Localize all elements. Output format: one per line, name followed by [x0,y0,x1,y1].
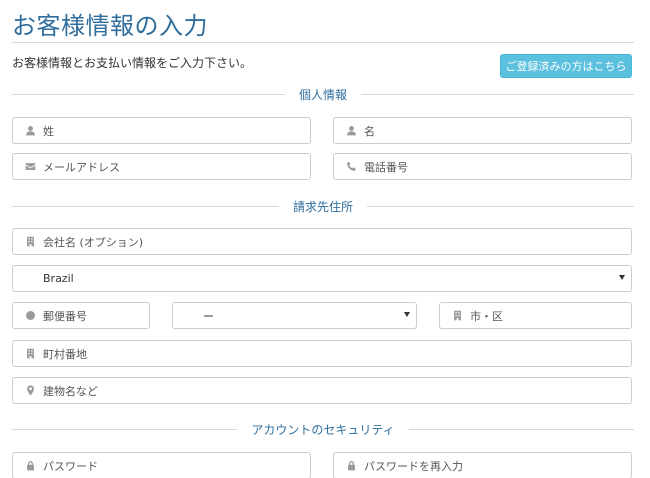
chevron-down-icon [619,275,625,280]
user-icon [344,124,358,138]
circle-icon [23,309,37,323]
first-name-field[interactable]: 名 [333,117,632,144]
password-confirm-placeholder: パスワードを再入力 [364,459,463,473]
building-name-field[interactable]: 建物名など [12,377,632,404]
last-name-placeholder: 姓 [43,124,54,138]
section-divider [408,428,634,430]
section-personal-label: 個人情報 [299,87,348,102]
phone-placeholder: 電話番号 [364,160,408,174]
section-billing-label: 請求先住所 [293,199,354,214]
registered-login-button[interactable]: ご登録済みの方はこちら [500,54,632,78]
country-select[interactable]: Brazil [12,265,632,292]
password-confirm-field[interactable]: パスワードを再入力 [333,452,632,478]
map-marker-icon [23,384,37,398]
building-name-placeholder: 建物名など [43,384,98,398]
city-field[interactable]: 市・区 [439,302,632,329]
building-icon [23,347,37,361]
street-field[interactable]: 町村番地 [12,340,632,367]
email-field[interactable]: メールアドレス [12,153,311,180]
chevron-down-icon [404,312,410,317]
password-field[interactable]: パスワード [12,452,311,478]
first-name-placeholder: 名 [364,124,375,138]
section-divider [367,205,635,207]
section-security-label: アカウントのセキュリティ [251,422,395,437]
password-placeholder: パスワード [43,459,98,473]
prefecture-select[interactable]: ー [172,302,417,329]
envelope-icon [23,160,37,174]
section-divider [12,93,285,95]
street-placeholder: 町村番地 [43,347,87,361]
building-icon [450,309,464,323]
postal-code-field[interactable]: 郵便番号 [12,302,150,329]
postal-code-placeholder: 郵便番号 [43,309,87,323]
company-placeholder: 会社名 (オプション) [43,235,144,249]
section-personal: 個人情報 [12,85,635,103]
building-icon [23,235,37,249]
city-placeholder: 市・区 [470,309,503,323]
lock-icon [23,459,37,473]
lock-icon [344,459,358,473]
intro-text: お客様情報とお支払い情報をご入力下さい。 [12,56,253,70]
page-title: お客様情報の入力 [12,12,208,40]
country-selected-value: Brazil [43,272,74,285]
section-billing: 請求先住所 [12,197,635,215]
title-divider [12,42,634,43]
phone-field[interactable]: 電話番号 [333,153,632,180]
section-divider [12,428,238,430]
section-divider [12,205,279,207]
user-icon [23,124,37,138]
section-divider [361,93,635,95]
last-name-field[interactable]: 姓 [12,117,311,144]
phone-icon [344,160,358,174]
prefecture-selected-value: ー [203,309,214,323]
section-security: アカウントのセキュリティ [12,420,634,438]
company-field[interactable]: 会社名 (オプション) [12,228,632,255]
email-placeholder: メールアドレス [43,160,120,174]
